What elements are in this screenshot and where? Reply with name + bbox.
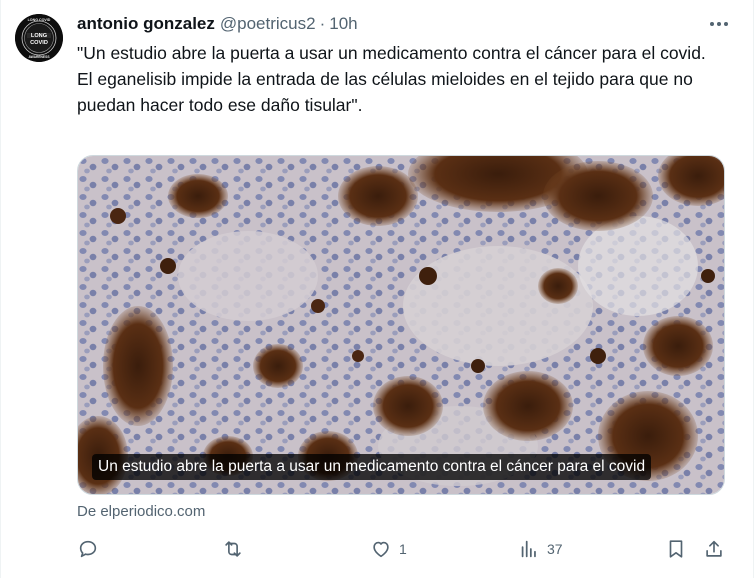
tweet-card: LONG COVID LONG COVID AWARENESS antonio … (0, 0, 754, 578)
like-count: 1 (399, 541, 407, 557)
link-source[interactable]: De elperiodico.com (77, 502, 205, 522)
reply-icon (79, 540, 97, 558)
author-display-name[interactable]: antonio gonzalez (77, 12, 215, 36)
heart-icon (373, 541, 389, 558)
share-icon (706, 540, 722, 557)
avatar-ring-text-top: LONG COVID (28, 18, 51, 22)
tweet-header: antonio gonzalez @poetricus2 · 10h (77, 12, 727, 36)
tweet-timestamp[interactable]: 10h (329, 12, 357, 36)
views-count: 37 (547, 541, 563, 557)
tweet-text-paragraph-1: "Un estudio abre la puerta a usar un med… (77, 43, 706, 63)
avatar[interactable]: LONG COVID LONG COVID AWARENESS (15, 14, 63, 62)
views-icon (521, 540, 536, 558)
bookmark-icon (669, 540, 683, 558)
tweet-action-bar: 1 37 (77, 536, 731, 562)
link-card-caption: Un estudio abre la puerta a usar un medi… (92, 454, 652, 480)
reply-button[interactable] (77, 536, 106, 562)
avatar-text-bottom: COVID (30, 40, 48, 46)
link-card-image[interactable]: Un estudio abre la puerta a usar un medi… (77, 155, 725, 495)
like-button[interactable]: 1 (370, 536, 407, 562)
header-separator: · (319, 14, 326, 33)
tweet-content: antonio gonzalez @poetricus2 · 10h "Un e… (77, 12, 727, 118)
tissue-micrograph-image (78, 156, 724, 494)
tweet-text-paragraph-2: El eganelisib impide la entrada de las c… (77, 69, 693, 115)
tweet-text: "Un estudio abre la puerta a usar un med… (77, 40, 727, 118)
avatar-badge-graphic: LONG COVID LONG COVID AWARENESS (15, 14, 63, 62)
avatar-text-top: LONG (31, 33, 47, 39)
author-handle[interactable]: @poetricus2 (220, 12, 316, 36)
bookmark-button[interactable] (665, 536, 687, 562)
avatar-ring-text-bottom: AWARENESS (28, 55, 50, 59)
share-button[interactable] (703, 536, 725, 562)
retweet-icon (225, 541, 241, 557)
retweet-button[interactable] (222, 536, 251, 562)
views-button[interactable]: 37 (518, 536, 563, 562)
